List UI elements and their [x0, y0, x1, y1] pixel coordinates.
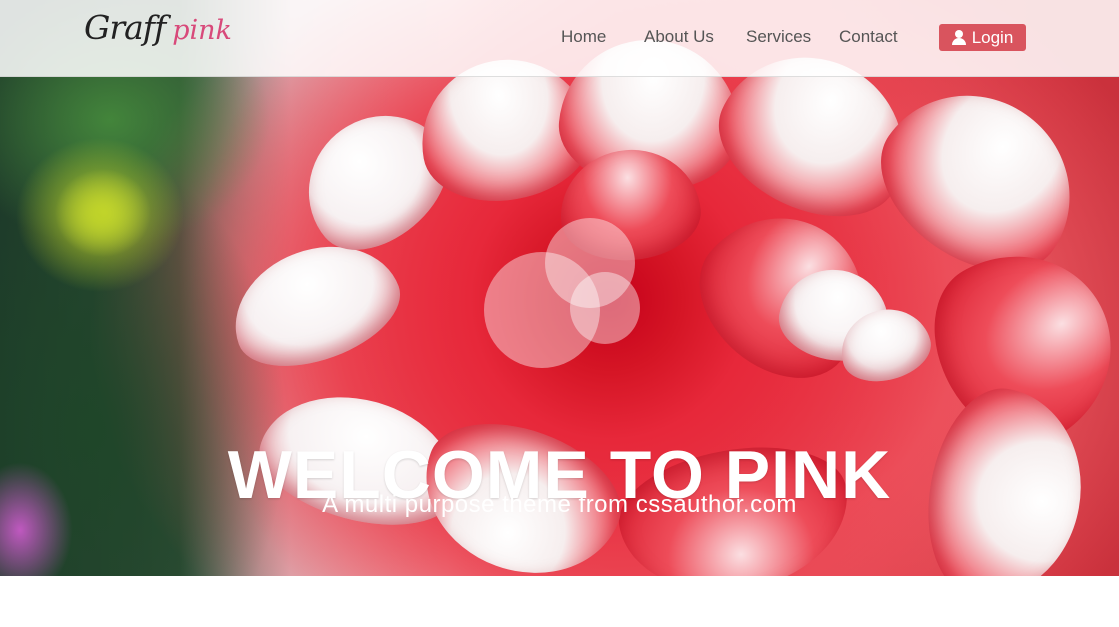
flower-petal: [216, 224, 414, 386]
nav-services[interactable]: Services: [746, 27, 811, 47]
hero-circle: [570, 272, 640, 344]
login-button[interactable]: Login: [939, 24, 1026, 51]
hero-circles-icon: [484, 216, 644, 372]
site-header: Graff pink Home About Us Services Contac…: [0, 0, 1119, 77]
nav-home[interactable]: Home: [561, 27, 606, 47]
content-area: [0, 576, 1119, 627]
login-label: Login: [971, 27, 1014, 47]
hero-subtitle: A multi purpose theme from cssauthor.com: [322, 491, 797, 518]
nav-about-us[interactable]: About Us: [644, 27, 714, 47]
user-icon: [951, 30, 966, 45]
nav-contact[interactable]: Contact: [839, 27, 898, 47]
